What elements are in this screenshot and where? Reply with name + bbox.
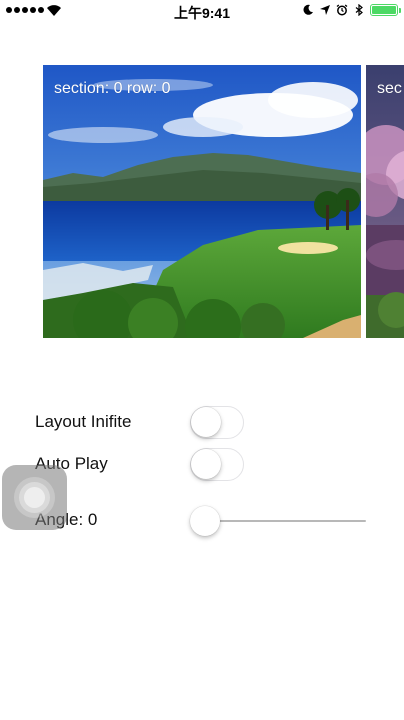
tropical-coast-image: [43, 65, 361, 338]
alarm-clock-icon: [336, 4, 348, 16]
card-caption: section: 0 row: 0: [54, 80, 171, 97]
status-bar: 上午9:41: [0, 0, 404, 22]
angle-slider[interactable]: [190, 506, 366, 536]
toggle-knob: [191, 407, 221, 437]
moon-icon: [303, 4, 313, 15]
image-carousel[interactable]: section: 0 row: 0 sec: [0, 65, 404, 338]
carousel-card[interactable]: section: 0 row: 0: [43, 65, 361, 338]
toggle-knob: [191, 449, 221, 479]
assistive-touch-button[interactable]: [2, 465, 67, 530]
carousel-card[interactable]: sec: [366, 65, 404, 338]
bluetooth-icon: [355, 4, 363, 16]
location-arrow-icon: [320, 5, 330, 15]
auto-play-toggle[interactable]: [190, 448, 244, 481]
status-right-icons: [302, 4, 401, 16]
blossom-lake-image: [366, 65, 404, 338]
slider-thumb[interactable]: [190, 506, 220, 536]
battery-charging-icon: [370, 4, 401, 16]
layout-infinite-label: Layout Inifite: [35, 412, 132, 431]
assistive-touch-icon: [24, 487, 45, 508]
layout-infinite-toggle[interactable]: [190, 406, 244, 439]
card-caption: sec: [377, 80, 402, 97]
